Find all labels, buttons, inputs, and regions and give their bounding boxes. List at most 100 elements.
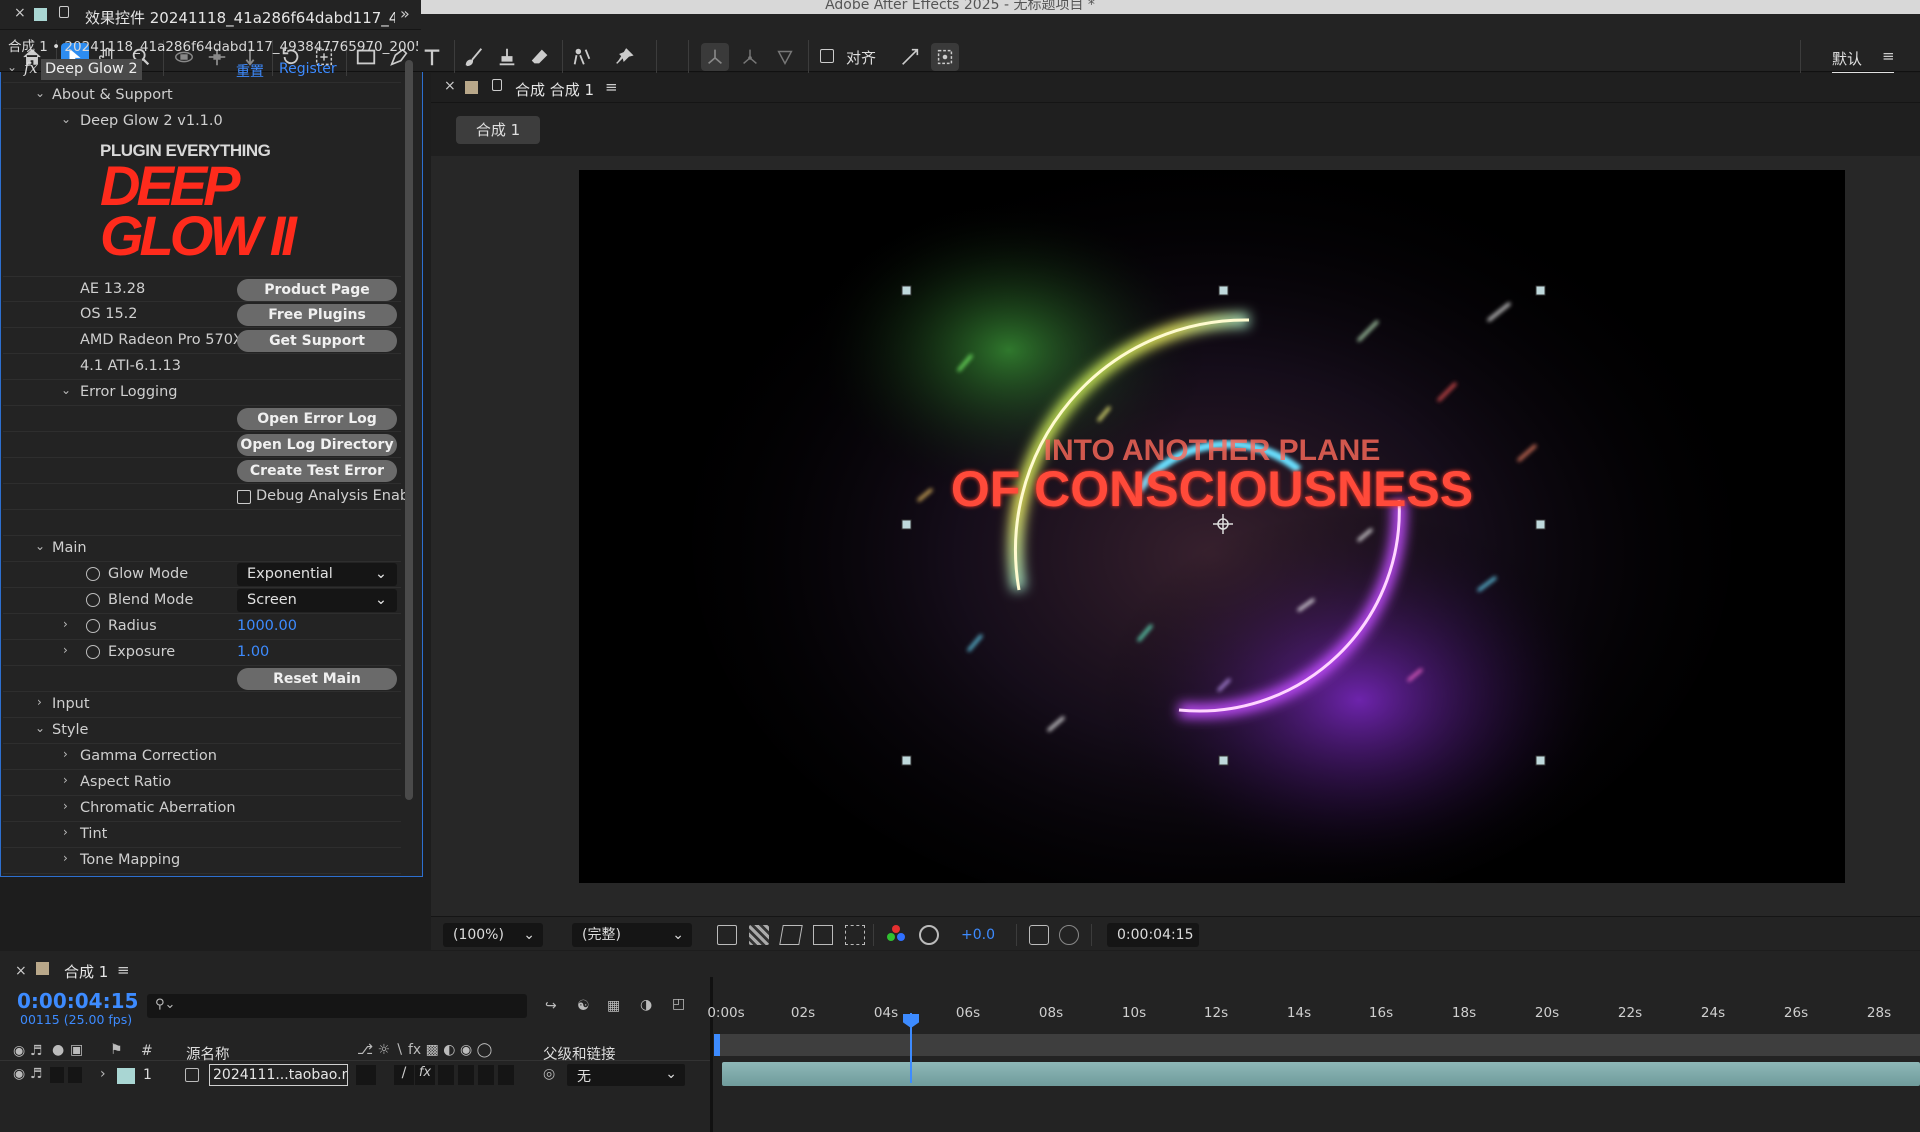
- chevron-down-icon[interactable]: ⌄: [35, 86, 45, 100]
- stopwatch-icon[interactable]: [86, 593, 100, 607]
- comp-mini-flowchart-icon[interactable]: ↪: [545, 998, 557, 1014]
- snap-edges-icon[interactable]: [896, 43, 924, 71]
- reset-link[interactable]: 重置: [236, 61, 264, 81]
- group-error-logging[interactable]: ⌄ Error Logging: [3, 380, 401, 406]
- region-of-interest-icon[interactable]: [813, 925, 833, 945]
- chevron-right-icon[interactable]: ›: [100, 1066, 106, 1082]
- lock-toggle[interactable]: [68, 1067, 82, 1083]
- reset-main-button[interactable]: Reset Main: [237, 668, 397, 690]
- effect-name[interactable]: Deep Glow 2: [41, 59, 142, 80]
- search-field[interactable]: [183, 996, 513, 1016]
- panel-overflow-icon[interactable]: »: [400, 4, 410, 23]
- radius-value[interactable]: 1000.00: [237, 618, 297, 634]
- current-time-display[interactable]: 0:00:04:15: [1107, 923, 1199, 947]
- lock-icon[interactable]: [492, 79, 502, 91]
- draft-3d-icon[interactable]: ☯: [577, 998, 590, 1014]
- show-snapshot-icon[interactable]: [1059, 925, 1079, 945]
- clone-stamp-icon[interactable]: [493, 43, 521, 71]
- fast-previews-icon[interactable]: [717, 925, 737, 945]
- glow-mode-select[interactable]: Exponential ⌄: [237, 563, 397, 586]
- world-axis-mode-icon[interactable]: [736, 43, 764, 71]
- guides-grid-icon[interactable]: [845, 925, 865, 945]
- type-tool-icon[interactable]: [418, 43, 446, 71]
- blend-mode-select[interactable]: Screen ⌄: [237, 589, 397, 612]
- stopwatch-icon[interactable]: [86, 645, 100, 659]
- hide-shy-layers-icon[interactable]: ▦: [607, 998, 620, 1014]
- reset-exposure-icon[interactable]: [919, 925, 939, 945]
- open-log-directory-button[interactable]: Open Log Directory: [237, 434, 397, 456]
- adjustment-switch[interactable]: [478, 1065, 494, 1085]
- eraser-icon[interactable]: [526, 43, 554, 71]
- open-error-log-button[interactable]: Open Error Log: [237, 408, 397, 430]
- fx-switch[interactable]: fx: [415, 1065, 435, 1085]
- group-style[interactable]: ⌄ Style: [3, 718, 401, 744]
- group-main[interactable]: ⌄ Main: [3, 536, 401, 562]
- panel-menu-icon[interactable]: ≡: [605, 78, 618, 96]
- fx-toggle-icon[interactable]: fx: [24, 61, 38, 77]
- layer-duration-bar[interactable]: [722, 1062, 1920, 1086]
- playhead-handle[interactable]: [903, 1014, 919, 1028]
- close-icon[interactable]: ×: [15, 963, 27, 979]
- workspace-default[interactable]: 默认: [1832, 48, 1862, 69]
- transparency-grid-icon[interactable]: [749, 925, 769, 945]
- effect-header-row[interactable]: ⌄ fx Deep Glow 2 重置 Register: [3, 57, 401, 83]
- snapping-checkbox[interactable]: [820, 49, 834, 63]
- style-item[interactable]: › Aspect Ratio: [3, 770, 401, 796]
- audio-icon[interactable]: ♬: [30, 1066, 43, 1082]
- parent-select[interactable]: 无 ⌄: [567, 1064, 685, 1086]
- timeline-tab[interactable]: 合成 1: [64, 961, 108, 982]
- quality-switch[interactable]: /: [394, 1065, 414, 1085]
- effect-controls-tab[interactable]: 效果控件 20241118_41a286f64dabd117_4938: [85, 7, 395, 28]
- style-item[interactable]: › Tone Mapping: [3, 848, 401, 874]
- source-name-header[interactable]: 源名称: [186, 1043, 230, 1064]
- label-color-swatch[interactable]: [117, 1068, 135, 1084]
- local-axis-mode-icon[interactable]: [701, 43, 729, 71]
- frame-blend-switch[interactable]: [438, 1065, 454, 1085]
- frame-blending-icon[interactable]: ◑: [640, 997, 652, 1013]
- mask-path-icon[interactable]: [779, 925, 803, 945]
- channels-icon[interactable]: [887, 925, 905, 943]
- layer-name-field[interactable]: 2024111...taobao.mp4: [209, 1064, 348, 1086]
- chevron-right-icon[interactable]: ›: [63, 747, 68, 761]
- chevron-right-icon[interactable]: ›: [63, 825, 68, 839]
- free-plugins-button[interactable]: Free Plugins: [237, 304, 397, 326]
- workspace-menu-icon[interactable]: ≡: [1882, 47, 1895, 65]
- chevron-right-icon[interactable]: ›: [37, 695, 42, 709]
- register-link[interactable]: Register: [279, 61, 337, 77]
- chevron-right-icon[interactable]: ›: [63, 617, 68, 631]
- table-row[interactable]: ◉ ♬ › 1 2024111...taobao.mp4 / fx ◎ 无⌄: [0, 1063, 710, 1087]
- exposure-value[interactable]: 1.00: [237, 644, 269, 660]
- view-axis-mode-icon[interactable]: [771, 43, 799, 71]
- timeline-timecode[interactable]: 0:00:04:15: [17, 989, 138, 1013]
- group-version[interactable]: ⌄ Deep Glow 2 v1.1.0: [3, 109, 401, 135]
- close-icon[interactable]: ×: [444, 78, 456, 94]
- lock-icon[interactable]: [59, 6, 69, 18]
- brush-tool-icon[interactable]: [460, 43, 488, 71]
- chevron-right-icon[interactable]: ›: [63, 851, 68, 865]
- puppet-pin-icon[interactable]: [610, 43, 638, 71]
- chevron-down-icon[interactable]: ⌄: [35, 539, 45, 553]
- group-input[interactable]: › Input: [3, 692, 401, 718]
- solo-toggle[interactable]: [50, 1067, 64, 1083]
- close-icon[interactable]: ×: [14, 5, 26, 21]
- resolution-select[interactable]: (完整) ⌄: [572, 923, 692, 947]
- composition-frame[interactable]: INTO ANOTHER PLANE OF CONSCIOUSNESS OF C…: [579, 170, 1845, 883]
- shy-switch[interactable]: [356, 1065, 376, 1085]
- chevron-right-icon[interactable]: ›: [63, 799, 68, 813]
- get-support-button[interactable]: Get Support: [237, 330, 397, 352]
- debug-checkbox[interactable]: [237, 490, 251, 504]
- motion-blur-icon[interactable]: ◰: [672, 996, 685, 1012]
- composition-tab[interactable]: 合成 合成 1: [515, 79, 594, 100]
- product-page-button[interactable]: Product Page: [237, 279, 397, 301]
- group-about-support[interactable]: ⌄ About & Support: [3, 83, 401, 109]
- style-item[interactable]: › Chromatic Aberration: [3, 796, 401, 822]
- layer-search-input[interactable]: ⚲⌄: [147, 994, 527, 1018]
- motion-blur-switch[interactable]: [458, 1065, 474, 1085]
- chevron-right-icon[interactable]: ›: [63, 643, 68, 657]
- create-test-error-button[interactable]: Create Test Error: [237, 460, 397, 482]
- 3d-layer-switch[interactable]: [498, 1065, 514, 1085]
- style-item[interactable]: › Tint: [3, 822, 401, 848]
- pick-whip-icon[interactable]: ◎: [543, 1066, 555, 1082]
- chevron-right-icon[interactable]: ›: [63, 773, 68, 787]
- effect-controls-scrollbar[interactable]: [405, 60, 413, 800]
